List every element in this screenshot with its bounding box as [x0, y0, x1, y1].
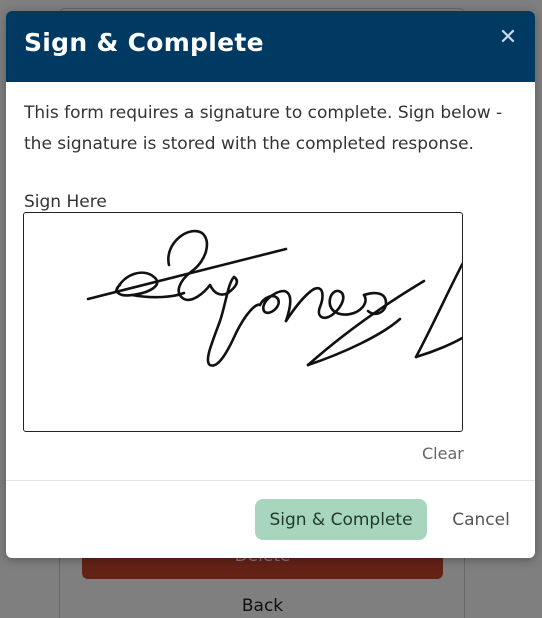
sign-complete-dialog: Sign & Complete ✕ This form requires a s…	[6, 11, 535, 558]
sign-complete-button[interactable]: Sign & Complete	[255, 499, 427, 540]
intro-text: This form requires a signature to comple…	[24, 103, 503, 154]
modal-header: Sign & Complete ✕	[6, 11, 535, 82]
cancel-button[interactable]: Cancel	[436, 499, 526, 540]
sign-here-label: Sign Here	[24, 192, 107, 212]
signature-pad[interactable]	[23, 212, 463, 432]
close-icon[interactable]: ✕	[497, 27, 519, 49]
signature-drawing	[86, 229, 462, 367]
modal-title: Sign & Complete	[24, 28, 264, 57]
modal-footer: Sign & Complete Cancel	[6, 480, 535, 558]
clear-signature-link[interactable]: Clear	[422, 444, 464, 463]
